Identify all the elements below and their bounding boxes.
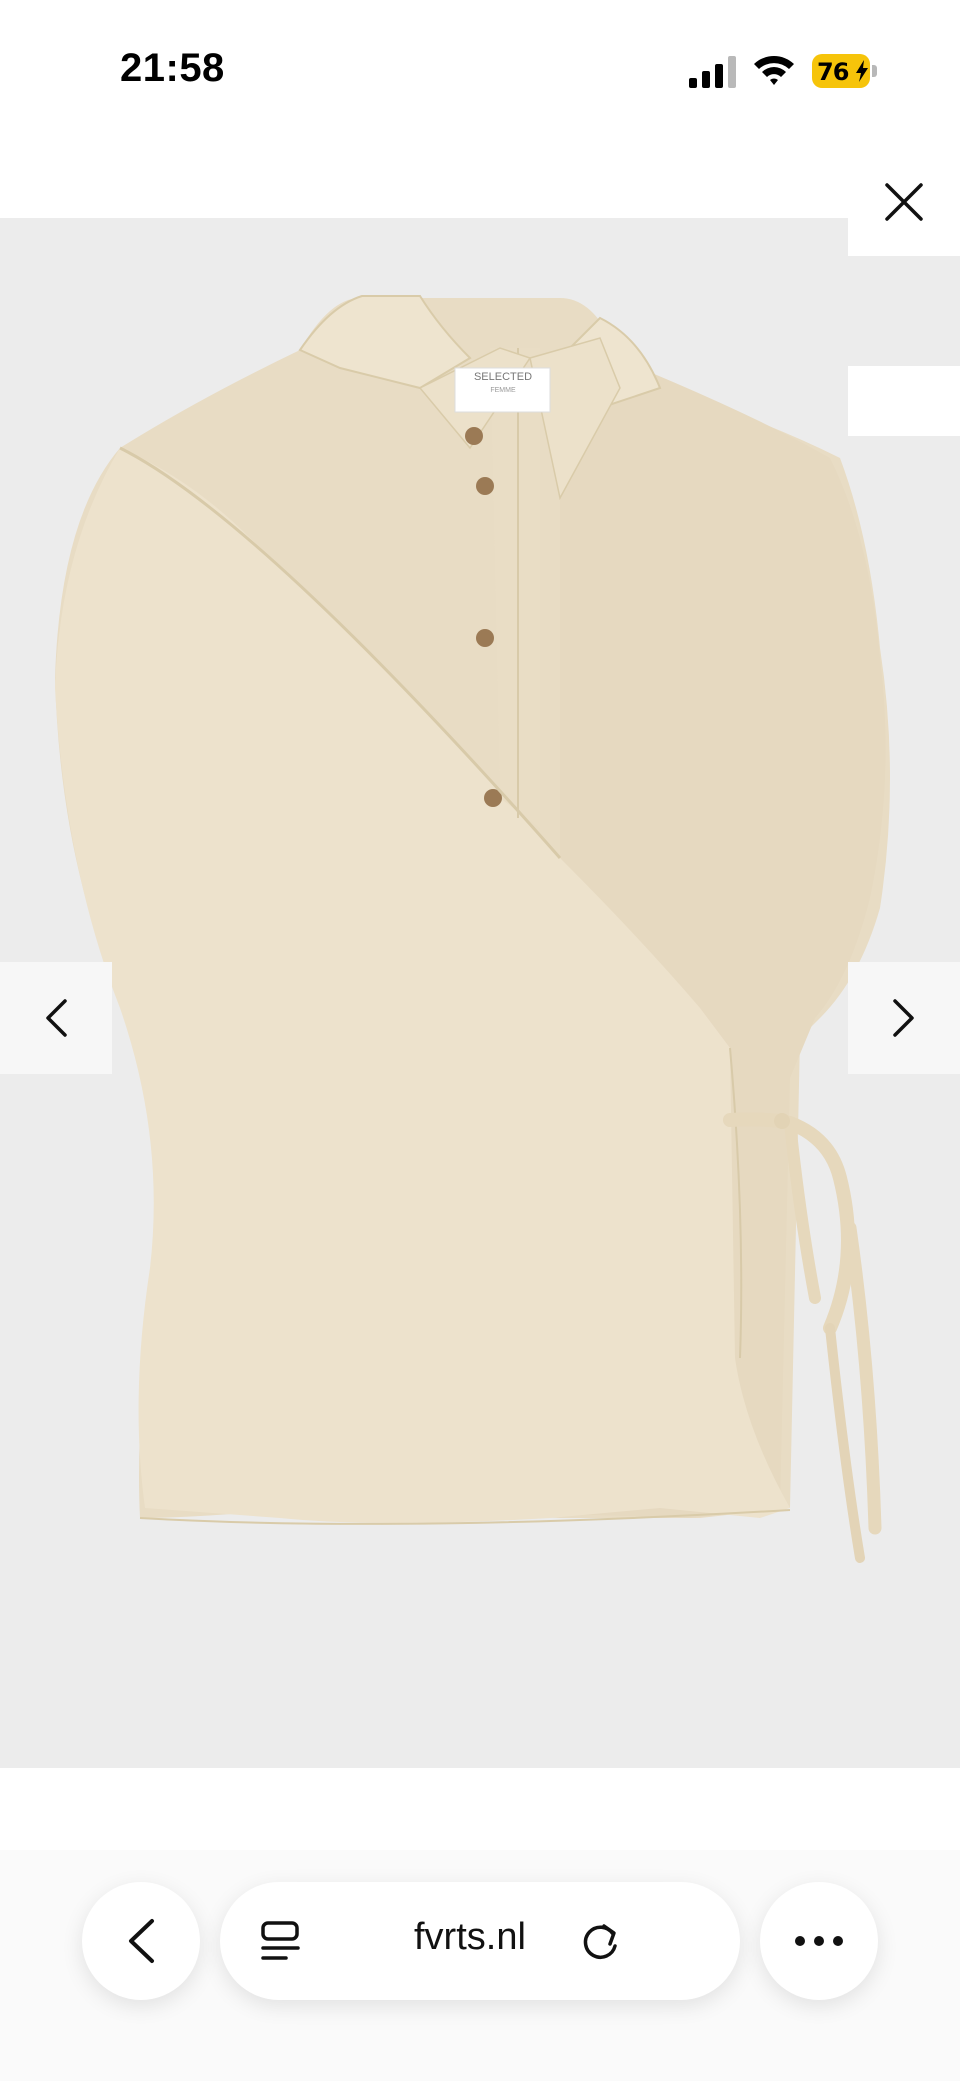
tabs-icon[interactable] (260, 1920, 302, 1962)
address-bar[interactable]: fvrts.nl (220, 1882, 740, 2000)
charging-bolt-icon (856, 60, 868, 82)
product-gallery-page: 21:58 76 SELECTED FEMME fvrts.nl (0, 0, 960, 2081)
battery-charging-icon: 76 (812, 54, 878, 88)
status-bar: 21:58 76 (0, 0, 960, 140)
close-icon (885, 183, 923, 221)
close-button-bg (848, 366, 960, 436)
close-button[interactable] (848, 148, 960, 256)
more-icon (795, 1936, 843, 1946)
chevron-right-icon (893, 999, 914, 1037)
product-image-gallery[interactable]: SELECTED FEMME (0, 218, 960, 1768)
reload-icon[interactable] (580, 1920, 622, 1962)
next-image-button[interactable] (848, 962, 960, 1074)
battery-level: 76 (817, 58, 849, 86)
label-sub-text: FEMME (490, 387, 516, 394)
browser-back-button[interactable] (82, 1882, 200, 2000)
status-time: 21:58 (120, 46, 225, 90)
back-icon (129, 1919, 154, 1963)
label-brand-text: SELECTED (474, 371, 532, 383)
browser-toolbar: fvrts.nl (0, 1850, 960, 2081)
signal-icon (689, 56, 736, 88)
url-text: fvrts.nl (414, 1916, 526, 1958)
chevron-left-icon (46, 999, 67, 1037)
previous-image-button[interactable] (0, 962, 112, 1074)
more-options-button[interactable] (760, 1882, 878, 2000)
wifi-icon (754, 56, 794, 85)
product-image: SELECTED FEMME (55, 295, 890, 1563)
